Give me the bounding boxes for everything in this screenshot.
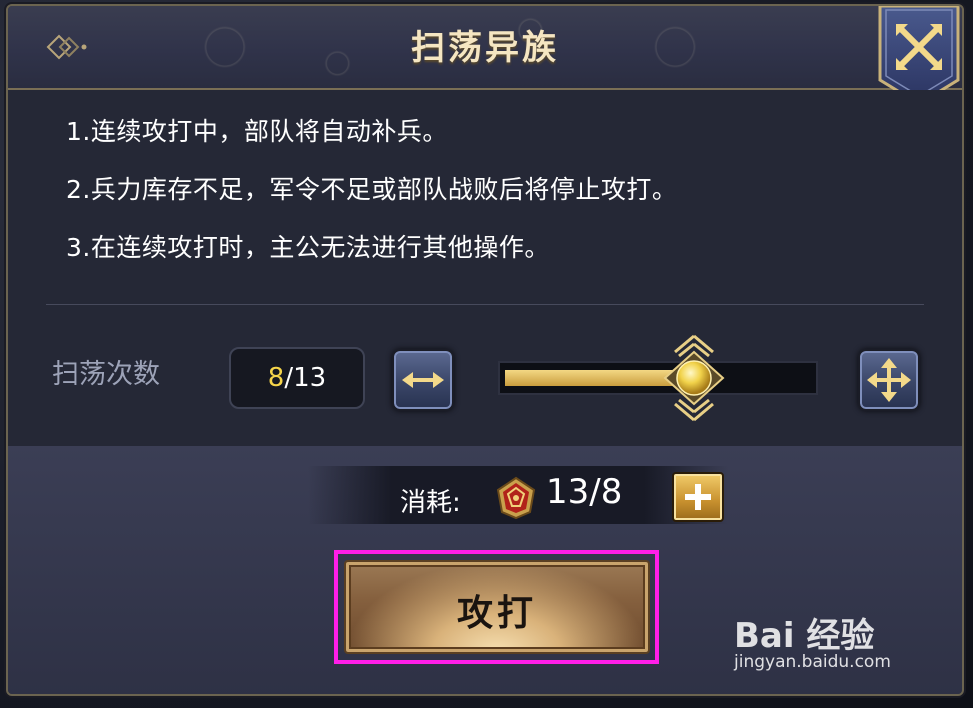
watermark: Bai 经验 jingyan.baidu.com xyxy=(734,608,906,676)
cost-label: 消耗: xyxy=(400,488,461,518)
divider xyxy=(46,304,924,305)
sweep-dialog: 扫荡异族 1.连续攻打中，部队将自动补兵。 2.兵力库存不足，军令不足或部队战败… xyxy=(6,4,964,696)
info-area: 1.连续攻打中，部队将自动补兵。 2.兵力库存不足，军令不足或部队战败后将停止攻… xyxy=(8,90,962,446)
rule-text-3: 3.在连续攻打时，主公无法进行其他操作。 xyxy=(66,233,550,262)
min-count-button[interactable] xyxy=(392,349,454,411)
military-order-token-icon xyxy=(496,476,536,520)
sweep-count-max: /13 xyxy=(284,363,327,393)
cost-value: 13/8 xyxy=(546,472,623,512)
min-arrows-icon xyxy=(402,372,444,388)
bottom-area: 消耗: 13/8 攻打 Bai 经验 jingyan.baidu.com xyxy=(8,446,962,694)
sweep-count-field[interactable]: 8/13 xyxy=(229,347,365,409)
sweep-count-label: 扫荡次数 xyxy=(52,359,160,390)
slider-knob-icon[interactable] xyxy=(657,332,731,424)
add-orders-button[interactable] xyxy=(672,472,724,522)
rule-text-2: 2.兵力库存不足，军令不足或部队战败后将停止攻打。 xyxy=(66,175,678,204)
max-count-button[interactable] xyxy=(858,349,920,411)
watermark-logo: Bai 经验 xyxy=(734,616,875,656)
rule-text-1: 1.连续攻打中，部队将自动补兵。 xyxy=(66,117,448,146)
attack-button-label: 攻打 xyxy=(456,593,537,634)
plus-icon xyxy=(685,484,711,510)
title-bar: 扫荡异族 xyxy=(8,6,962,90)
dialog-title: 扫荡异族 xyxy=(411,28,559,68)
attack-button[interactable]: 攻打 xyxy=(344,560,650,654)
max-arrows-icon xyxy=(867,358,911,402)
watermark-url: jingyan.baidu.com xyxy=(734,652,891,672)
sweep-count-current: 8 xyxy=(267,363,285,393)
